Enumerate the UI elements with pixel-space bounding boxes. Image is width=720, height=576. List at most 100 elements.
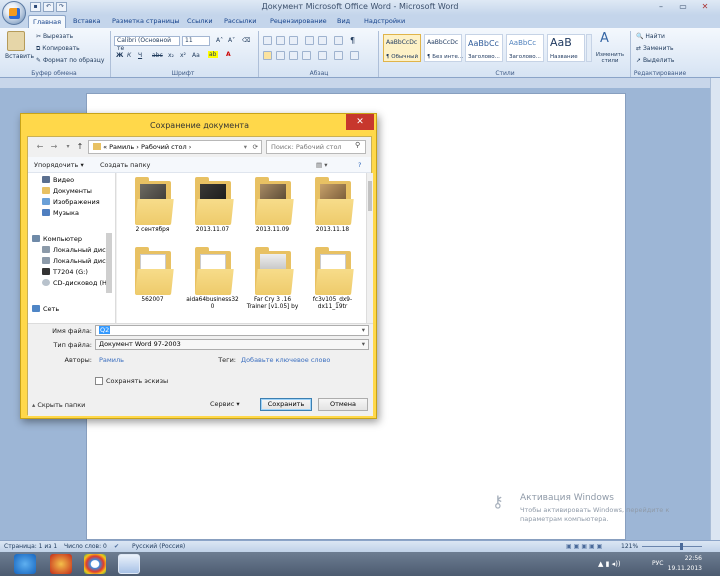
folder-item[interactable]: 2 сентября: [125, 175, 180, 243]
tab-addins[interactable]: Надстройки: [360, 15, 409, 28]
font-name-combo[interactable]: Calibri (Основной те: [114, 36, 180, 52]
zoom-thumb[interactable]: [680, 543, 683, 550]
chrome-icon[interactable]: [84, 554, 106, 574]
align-right-icon[interactable]: [289, 51, 298, 60]
nav-local-disk-d[interactable]: Локальный диск: [42, 256, 110, 267]
address-sep[interactable]: ›: [136, 143, 139, 151]
refresh-icon[interactable]: ⟳: [253, 141, 258, 153]
filetype-dropdown-icon[interactable]: ▾: [362, 340, 365, 349]
authors-value[interactable]: Рамиль: [99, 356, 124, 364]
filetype-select[interactable]: Документ Word 97-2003 ▾: [95, 339, 369, 350]
tab-insert[interactable]: Вставка: [69, 15, 105, 28]
back-icon[interactable]: ←: [34, 141, 46, 153]
style-heading1[interactable]: AaBbCc Заголово...: [465, 34, 503, 62]
folder-item[interactable]: 562007: [125, 245, 180, 313]
nav-scrollbar[interactable]: [106, 233, 112, 293]
input-language[interactable]: РУС: [652, 560, 663, 567]
select-button[interactable]: ➚ Выделить: [636, 57, 674, 64]
nav-documents[interactable]: Документы: [42, 186, 92, 197]
sort-icon[interactable]: [334, 36, 343, 45]
word-taskbar-icon[interactable]: [118, 554, 140, 574]
format-painter-button[interactable]: ✎ Формат по образцу: [36, 57, 104, 64]
office-button[interactable]: [2, 1, 26, 25]
save-button[interactable]: Сохранить: [260, 398, 312, 411]
shrink-font-icon[interactable]: A˅: [228, 37, 235, 44]
nav-network[interactable]: Сеть: [32, 304, 59, 315]
organize-button[interactable]: Упорядочить ▾: [34, 157, 84, 173]
search-input[interactable]: Поиск: Рабочий стол: [266, 140, 366, 154]
folder-item[interactable]: 2013.11.07: [185, 175, 240, 243]
font-color-icon[interactable]: A: [226, 51, 231, 58]
close-window-button[interactable]: ✕: [694, 1, 716, 13]
style-no-spacing[interactable]: AaBbCcDc ¶ Без инте...: [424, 34, 463, 62]
highlight-icon[interactable]: ab: [208, 51, 218, 58]
address-dropdown-icon[interactable]: ▾: [244, 141, 247, 153]
page-count[interactable]: Страница: 1 из 1: [4, 541, 57, 552]
grow-font-icon[interactable]: A˄: [216, 37, 223, 44]
folder-item[interactable]: Far Cry 3 .16 Trainer [v1.05] by: [245, 245, 300, 313]
align-center-icon[interactable]: [276, 51, 285, 60]
clear-format-icon[interactable]: ⌫: [242, 37, 250, 44]
styles-scroll[interactable]: [586, 34, 592, 62]
up-icon[interactable]: ↑: [74, 141, 86, 153]
tray-time[interactable]: 22:56: [685, 555, 702, 562]
replace-button[interactable]: ⇄ Заменить: [636, 45, 674, 52]
zoom-slider[interactable]: [642, 546, 702, 547]
folder-item[interactable]: fc3v105_dx9-dx11_19tr: [305, 245, 360, 313]
shading-icon[interactable]: [334, 51, 343, 60]
tab-home[interactable]: Главная: [28, 15, 67, 28]
view-buttons[interactable]: ▣▣▣▣▣: [566, 541, 604, 552]
browser-icon[interactable]: [50, 554, 72, 574]
file-list-scrollbar[interactable]: [366, 173, 373, 323]
tab-view[interactable]: Вид: [333, 15, 354, 28]
paste-icon[interactable]: [7, 31, 25, 51]
increase-indent-icon[interactable]: [318, 36, 327, 45]
hide-folders-button[interactable]: ▴ Скрыть папки: [32, 401, 85, 409]
tray-date[interactable]: 19.11.2013: [668, 565, 702, 572]
copy-button[interactable]: ⧉ Копировать: [36, 45, 80, 53]
recent-dropdown-icon[interactable]: ▾: [62, 141, 74, 153]
multilevel-list-icon[interactable]: [289, 36, 298, 45]
tab-mailings[interactable]: Рассылки: [220, 15, 261, 28]
ie-icon[interactable]: [14, 554, 36, 574]
change-styles-icon[interactable]: A: [600, 31, 609, 46]
paste-button[interactable]: Вставить: [5, 53, 34, 60]
folder-item[interactable]: 2013.11.09: [245, 175, 300, 243]
change-case-button[interactable]: Aa: [192, 52, 200, 59]
bold-button[interactable]: Ж: [116, 52, 123, 59]
tab-page-layout[interactable]: Разметка страницы: [108, 15, 184, 28]
nav-pictures[interactable]: Изображения: [42, 197, 100, 208]
tab-references[interactable]: Ссылки: [183, 15, 217, 28]
tags-value[interactable]: Добавьте ключевое слово: [241, 356, 330, 364]
vertical-scrollbar[interactable]: [710, 78, 720, 540]
view-options-icon[interactable]: ▤ ▾: [316, 157, 327, 173]
dialog-close-button[interactable]: ✕: [346, 114, 374, 130]
new-folder-button[interactable]: Создать папку: [100, 157, 150, 173]
forward-icon[interactable]: →: [48, 141, 60, 153]
folder-item[interactable]: 2013.11.18: [305, 175, 360, 243]
address-bar[interactable]: « Рамиль › Рабочий стол › ▾ ⟳: [88, 140, 262, 154]
help-icon[interactable]: ?: [358, 157, 361, 173]
tab-review[interactable]: Рецензирование: [266, 15, 331, 28]
numbering-icon[interactable]: [276, 36, 285, 45]
superscript-button[interactable]: x²: [180, 52, 186, 59]
style-normal[interactable]: AaBbCcDc ¶ Обычный: [383, 34, 421, 62]
thumbnails-checkbox[interactable]: [95, 377, 103, 385]
cut-button[interactable]: ✂ Вырезать: [36, 33, 73, 40]
scroll-thumb[interactable]: [368, 181, 372, 211]
nav-cd-drive[interactable]: CD-дисковод (H: [42, 278, 107, 289]
zoom-level[interactable]: 121%: [621, 541, 638, 552]
justify-icon[interactable]: [302, 51, 311, 60]
address-user[interactable]: Рамиль: [109, 143, 134, 151]
strikethrough-button[interactable]: abc: [152, 52, 163, 59]
align-left-icon[interactable]: [263, 51, 272, 60]
address-sep[interactable]: ›: [189, 143, 192, 151]
cancel-button[interactable]: Отмена: [318, 398, 368, 411]
decrease-indent-icon[interactable]: [305, 36, 314, 45]
filename-input[interactable]: Q2 ▾: [95, 325, 369, 336]
address-desktop[interactable]: Рабочий стол: [141, 143, 187, 151]
filename-dropdown-icon[interactable]: ▾: [362, 326, 365, 335]
nav-music[interactable]: Музыка: [42, 208, 79, 219]
line-spacing-icon[interactable]: [318, 51, 327, 60]
language-indicator[interactable]: Русский (Россия): [132, 541, 185, 552]
